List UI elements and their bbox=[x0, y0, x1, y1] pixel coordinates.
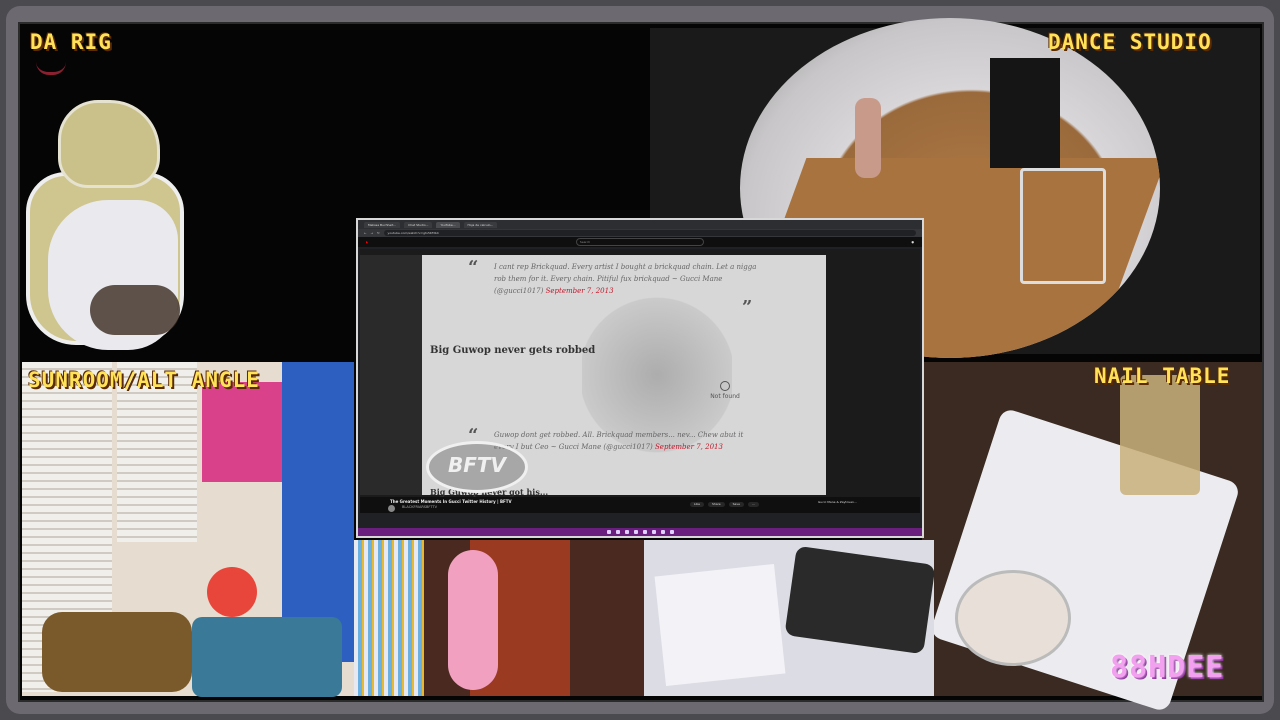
address-bar: ← → ↻ youtube.com/watch?v=gtv5Kf3b4 bbox=[358, 229, 922, 237]
nail-case bbox=[1120, 375, 1200, 495]
striped-blanket bbox=[354, 540, 424, 696]
video-player[interactable]: “ I cant rep Brickquad. Every artist I b… bbox=[360, 249, 920, 497]
action-buttons: Like Share Save ... bbox=[690, 502, 759, 507]
quote-close-icon: ” bbox=[742, 297, 753, 318]
quote-open-icon: “ bbox=[468, 257, 479, 278]
youtube-logo-icon[interactable]: ▶ bbox=[366, 240, 368, 244]
bftv-logo: BFTV bbox=[426, 441, 528, 493]
chair-blanket-spots bbox=[90, 285, 180, 335]
app-icon[interactable] bbox=[651, 530, 656, 534]
browser-icon[interactable] bbox=[633, 530, 638, 534]
flower-pillow bbox=[207, 567, 257, 617]
label-nail-table: NAIL TABLE bbox=[1094, 364, 1231, 388]
app-icon[interactable] bbox=[660, 530, 665, 534]
youtube-header: ▶ Search ● bbox=[358, 237, 922, 247]
start-icon[interactable] bbox=[606, 530, 611, 534]
tab-bar: Melissa Buchheit... Chat Studio... YouTu… bbox=[358, 220, 922, 229]
photo-prints bbox=[654, 564, 786, 686]
share-button[interactable]: Share bbox=[707, 502, 725, 507]
video-meta: The Greatest Moments In Gucci Twitter Hi… bbox=[360, 497, 920, 513]
chair-headrest bbox=[58, 100, 160, 188]
save-button[interactable]: Save bbox=[728, 502, 745, 507]
reload-icon[interactable]: ↻ bbox=[377, 231, 380, 235]
pink-doll bbox=[448, 550, 498, 690]
recommended-video[interactable]: Gucci Mane & Zaytoven... bbox=[818, 500, 857, 504]
not-found-text: Not found bbox=[710, 393, 740, 400]
quote-2: Guwop dont get robbed. All. Brickquad me… bbox=[494, 429, 754, 453]
sunroom-cam bbox=[22, 362, 354, 697]
heading-1: Big Guwop never gets robbed bbox=[430, 345, 596, 356]
label-sunroom: SUNROOM/ALT ANGLE bbox=[28, 368, 260, 392]
press-on-nails bbox=[784, 545, 936, 655]
quote-1: I cant rep Brickquad. Every artist I bou… bbox=[494, 261, 764, 297]
info-icon bbox=[720, 381, 730, 391]
label-da-rig: DA RIG bbox=[30, 30, 112, 54]
search-icon[interactable] bbox=[615, 530, 620, 534]
pillows bbox=[42, 612, 192, 692]
more-button[interactable]: ... bbox=[748, 502, 759, 507]
search-input[interactable]: Search bbox=[575, 238, 704, 246]
watermark-88hdee: 88HDEE bbox=[1110, 650, 1225, 685]
app-icon[interactable] bbox=[642, 530, 647, 534]
bed bbox=[192, 617, 342, 697]
app-icon[interactable] bbox=[669, 530, 674, 534]
glass-dish bbox=[955, 570, 1071, 666]
taskbar bbox=[358, 528, 922, 536]
browser-window[interactable]: Melissa Buchheit... Chat Studio... YouTu… bbox=[356, 218, 924, 538]
forward-icon[interactable]: → bbox=[371, 231, 374, 235]
folder-icon[interactable] bbox=[624, 530, 629, 534]
channel-name[interactable]: BLACKFRIARSBFTTV bbox=[402, 505, 437, 509]
quote-2-date: September 7, 2013 bbox=[655, 443, 723, 451]
channel-avatar[interactable] bbox=[388, 505, 395, 512]
label-dance-studio: DANCE STUDIO bbox=[1048, 30, 1212, 54]
browser-tab[interactable]: Chat Studio... bbox=[404, 221, 433, 228]
browser-tab[interactable]: YouTube... bbox=[436, 221, 460, 228]
dancer bbox=[855, 98, 881, 178]
clothes-rack bbox=[1020, 168, 1106, 284]
url-field[interactable]: youtube.com/watch?v=gtv5Kf3b4 bbox=[383, 230, 916, 236]
like-button[interactable]: Like bbox=[690, 502, 704, 507]
video-left-panel bbox=[360, 255, 422, 495]
quote-1-text: I cant rep Brickquad. Every artist I bou… bbox=[494, 263, 757, 295]
back-icon[interactable]: ← bbox=[364, 231, 367, 235]
browser-tab[interactable]: Melissa Buchheit... bbox=[364, 221, 401, 228]
not-found-box: Not found bbox=[700, 381, 750, 400]
quote-1-date: September 7, 2013 bbox=[545, 287, 614, 295]
video-title: The Greatest Moments In Gucci Twitter Hi… bbox=[390, 499, 512, 504]
studio-curtain bbox=[990, 58, 1060, 168]
account-icon[interactable]: ● bbox=[911, 240, 914, 244]
browser-tab[interactable]: Hoja de calculo... bbox=[463, 221, 498, 228]
